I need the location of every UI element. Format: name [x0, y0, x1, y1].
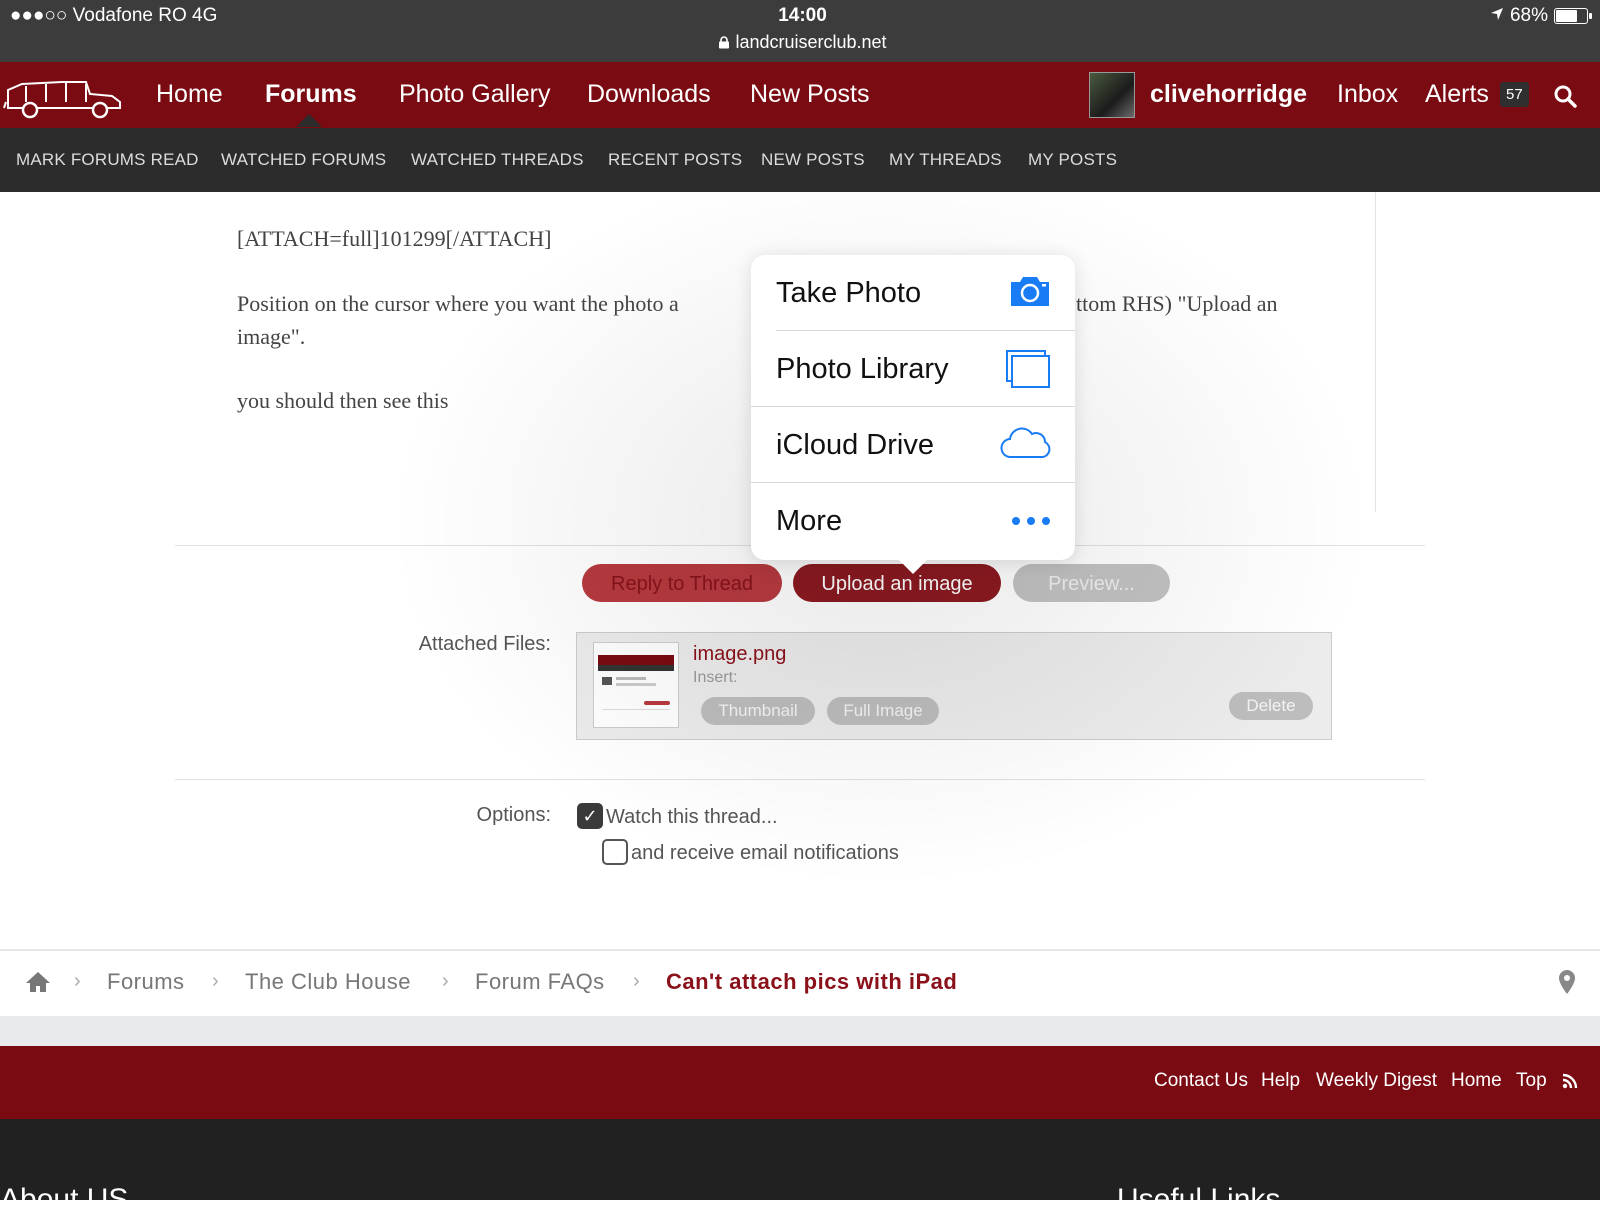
cloud-icon: [999, 425, 1051, 466]
alerts-count-badge: 57: [1500, 82, 1529, 107]
sub-nav: MARK FORUMS READ WATCHED FORUMS WATCHED …: [0, 128, 1600, 192]
insert-full-image-button[interactable]: Full Image: [827, 697, 939, 725]
divider: [175, 779, 1425, 780]
post-line-see-this[interactable]: you should then see this: [237, 388, 448, 414]
popover-more[interactable]: More: [751, 483, 1075, 559]
footer-links-bar: Contact Us Help Weekly Digest Home Top: [0, 1046, 1600, 1119]
address-bar[interactable]: landcruiserclub.net: [0, 32, 1600, 53]
breadcrumb-chevron-icon: ›: [74, 970, 81, 992]
breadcrumb-club-house[interactable]: The Club House: [245, 969, 411, 995]
popover-photo-library[interactable]: Photo Library: [751, 331, 1075, 407]
breadcrumb-forum-faqs[interactable]: Forum FAQs: [475, 969, 605, 995]
footer-info: About US Useful Links: [0, 1119, 1600, 1216]
subnav-new-posts[interactable]: NEW POSTS: [761, 150, 865, 170]
editor-border: [1375, 192, 1376, 512]
breadcrumb-forums[interactable]: Forums: [107, 969, 185, 995]
subnav-watched-threads[interactable]: WATCHED THREADS: [411, 150, 584, 170]
site-logo[interactable]: [2, 72, 126, 125]
photo-library-label: Photo Library: [776, 353, 949, 385]
post-line-attach[interactable]: [ATTACH=full]101299[/ATTACH]: [237, 226, 551, 252]
nav-new-posts[interactable]: New Posts: [750, 80, 869, 109]
location-arrow-icon: [1490, 5, 1504, 27]
take-photo-label: Take Photo: [776, 277, 922, 309]
footer-home[interactable]: Home: [1451, 1070, 1502, 1092]
footer-useful-links-heading: Useful Links: [1117, 1183, 1281, 1216]
preview-button[interactable]: Preview...: [1013, 564, 1170, 602]
attachment-thumbnail[interactable]: [593, 642, 679, 728]
reply-to-thread-button[interactable]: Reply to Thread: [582, 564, 782, 602]
home-icon[interactable]: [25, 971, 51, 998]
email-notifications-label[interactable]: and receive email notifications: [631, 842, 899, 865]
watch-thread-checkbox[interactable]: ✓: [577, 803, 603, 829]
breadcrumb-chevron-icon: ›: [212, 970, 219, 992]
footer-spacer: [0, 1016, 1600, 1046]
footer-weekly-digest[interactable]: Weekly Digest: [1316, 1070, 1437, 1092]
ios-status-bar: ●●●○○ Vodafone RO 4G 14:00 landcruisercl…: [0, 0, 1600, 62]
more-label: More: [776, 505, 843, 537]
watch-thread-label[interactable]: Watch this thread...: [606, 806, 778, 829]
footer-help[interactable]: Help: [1261, 1070, 1300, 1092]
upload-source-popover: Take Photo Photo Library iCloud Drive Mo…: [751, 255, 1075, 560]
popover-take-photo[interactable]: Take Photo: [751, 255, 1075, 331]
email-notifications-checkbox[interactable]: [602, 839, 628, 865]
nav-home[interactable]: Home: [156, 80, 223, 109]
nav-downloads[interactable]: Downloads: [587, 80, 711, 109]
search-icon[interactable]: [1553, 84, 1577, 113]
post-line-instructions-c[interactable]: image".: [237, 324, 305, 350]
insert-thumbnail-button[interactable]: Thumbnail: [701, 697, 815, 725]
footer-top[interactable]: Top: [1516, 1070, 1547, 1092]
delete-attachment-button[interactable]: Delete: [1229, 692, 1313, 720]
url-text: landcruiserclub.net: [735, 32, 887, 52]
attached-files-label: Attached Files:: [418, 633, 551, 655]
options-label: Options:: [476, 804, 551, 826]
clock: 14:00: [778, 5, 827, 26]
battery-percent: 68%: [1509, 5, 1548, 26]
breadcrumb-current: Can't attach pics with iPad: [666, 969, 958, 994]
footer-contact-us[interactable]: Contact Us: [1154, 1070, 1248, 1092]
icloud-drive-label: iCloud Drive: [776, 429, 934, 461]
nav-alerts[interactable]: Alerts: [1425, 80, 1489, 109]
nav-inbox[interactable]: Inbox: [1337, 80, 1398, 109]
breadcrumb: › Forums › The Club House › Forum FAQs ›…: [0, 949, 1600, 1018]
rss-icon[interactable]: [1562, 1073, 1578, 1094]
lock-icon: [718, 32, 735, 52]
subnav-recent-posts[interactable]: RECENT POSTS: [608, 150, 742, 170]
status-right: 68%: [1490, 5, 1592, 27]
photo-library-icon: [1005, 349, 1051, 394]
subnav-watched-forums[interactable]: WATCHED FORUMS: [221, 150, 386, 170]
breadcrumb-chevron-icon: ›: [442, 970, 449, 992]
subnav-mark-forums-read[interactable]: MARK FORUMS READ: [16, 150, 199, 170]
subnav-my-posts[interactable]: MY POSTS: [1028, 150, 1117, 170]
more-icon: [1011, 513, 1051, 531]
popover-arrow: [897, 558, 929, 574]
post-line-instructions-a[interactable]: Position on the cursor where you want th…: [237, 291, 679, 317]
nav-username[interactable]: clivehorridge: [1150, 80, 1307, 109]
nav-forums[interactable]: Forums: [265, 80, 357, 109]
attachment-item: image.png Insert: Thumbnail Full Image D…: [576, 632, 1332, 740]
post-line-instructions-b[interactable]: ttom RHS) "Upload an: [1076, 291, 1277, 317]
breadcrumb-chevron-icon: ›: [633, 970, 640, 992]
nav-photo-gallery[interactable]: Photo Gallery: [399, 80, 550, 109]
attachment-file-link[interactable]: image.png: [693, 643, 786, 666]
active-nav-indicator: [296, 114, 322, 127]
subnav-my-threads[interactable]: MY THREADS: [889, 150, 1002, 170]
location-pin-icon[interactable]: [1558, 969, 1576, 1000]
avatar[interactable]: [1089, 72, 1135, 118]
insert-label: Insert:: [693, 669, 738, 686]
footer-about-heading: About US: [0, 1183, 129, 1216]
main-nav: Home Forums Photo Gallery Downloads New …: [0, 62, 1600, 128]
camera-icon: [1009, 273, 1051, 314]
popover-icloud-drive[interactable]: iCloud Drive: [751, 407, 1075, 483]
battery-icon: [1554, 8, 1592, 24]
